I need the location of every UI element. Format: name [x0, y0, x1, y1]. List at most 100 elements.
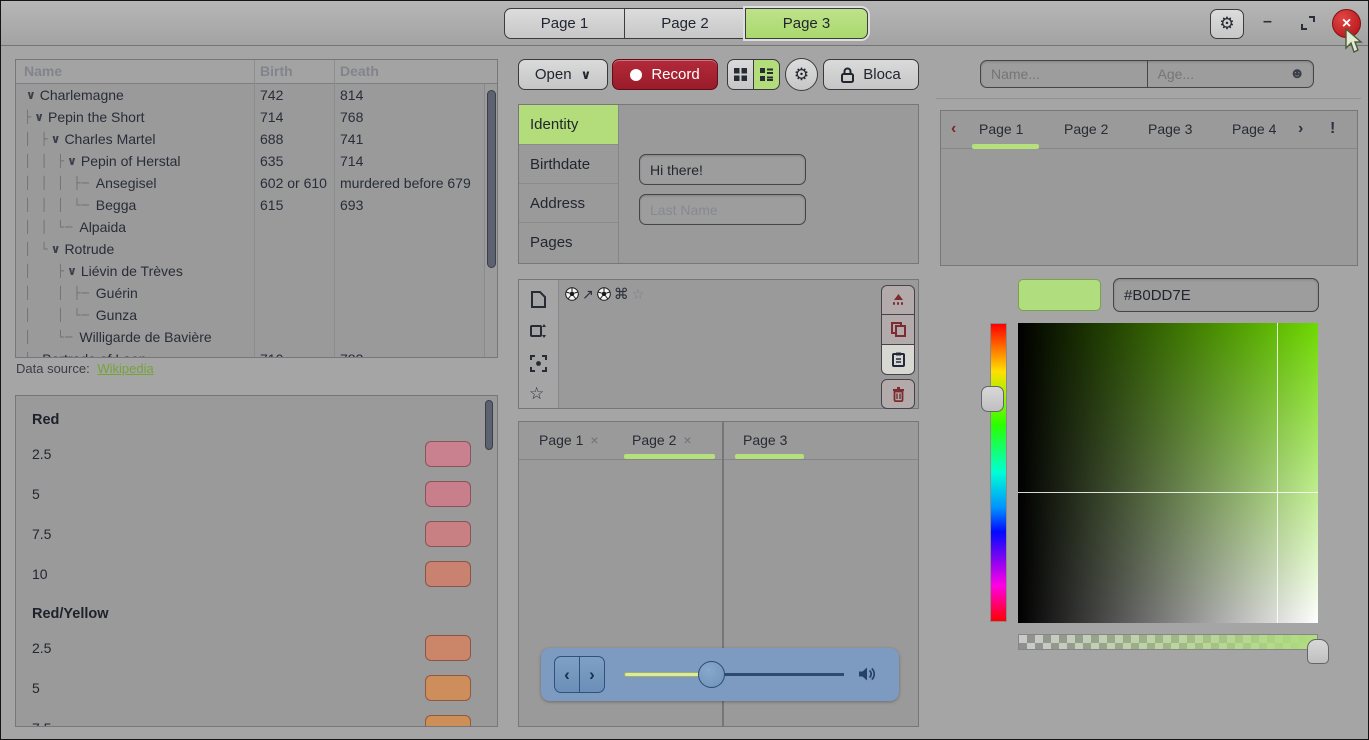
volume-icon [857, 665, 877, 683]
identity-panel: Identity Birthdate Address Pages [518, 104, 919, 264]
sv-crosshair-horizontal [1018, 492, 1318, 493]
tree-row[interactable]: │ ├∨Charles Martel688741 [16, 128, 484, 150]
hex-color-entry[interactable] [1114, 279, 1318, 311]
tab-page4[interactable]: Page 4 [1232, 121, 1276, 137]
tree-row[interactable]: │ │ │ └─Begga615693 [16, 194, 484, 216]
editor-panel: ☆ ↗ ⌘ ☆ [518, 279, 919, 409]
last-name-entry[interactable] [640, 195, 805, 224]
tab-page2[interactable]: Page 2× [632, 432, 692, 448]
maximize-button[interactable] [1299, 14, 1317, 32]
trash-icon [892, 387, 905, 402]
expander-icon[interactable]: ∨ [26, 88, 36, 102]
tree-row[interactable]: │ │ ├∨Pepin of Herstal635714 [16, 150, 484, 172]
sidebar-item-pages[interactable]: Pages [519, 223, 618, 262]
color-swatch-button[interactable] [425, 481, 471, 507]
volume-button[interactable] [857, 665, 877, 683]
tree-scrollbar-thumb[interactable] [487, 90, 496, 268]
tabs-overflow-button[interactable]: ! [1330, 120, 1335, 138]
media-slider-handle[interactable] [698, 661, 725, 688]
tree-row[interactable]: │ ├∨Liévin de Trèves [16, 260, 484, 282]
alpha-slider-handle[interactable] [1307, 639, 1329, 664]
tree-row[interactable]: │ │ └─Gunza [16, 304, 484, 326]
sidebar-item-birthdate[interactable]: Birthdate [519, 145, 618, 184]
tree-row[interactable]: │ └∨Rotrude [16, 238, 484, 260]
expander-icon[interactable]: ∨ [67, 154, 77, 168]
close-tab-icon[interactable]: × [590, 432, 598, 448]
upload-button[interactable] [881, 285, 915, 315]
tab-page3[interactable]: Page 3 [743, 432, 787, 448]
back-icon: ‹ [564, 665, 570, 685]
expander-icon[interactable]: ∨ [51, 132, 61, 146]
emoji-icon[interactable]: ☻ [1289, 65, 1305, 82]
color-swatch-button[interactable] [425, 521, 471, 547]
color-swatch-button[interactable] [425, 635, 471, 661]
tabs-prev-arrow[interactable]: ‹ [951, 120, 956, 138]
header-gear-button[interactable]: ⚙ [1210, 9, 1244, 39]
wikipedia-link[interactable]: Wikipedia [97, 361, 153, 376]
column-header-death[interactable]: Death [340, 63, 379, 79]
expander-icon[interactable]: › [34, 352, 38, 358]
data-source: Data source: Wikipedia [16, 361, 154, 376]
tree-scrollbar[interactable] [484, 84, 497, 357]
focus-center-icon[interactable] [530, 355, 547, 372]
header-tab-page3[interactable]: Page 3 [745, 8, 868, 39]
header-tab-page1[interactable]: Page 1 [504, 8, 625, 39]
tab-page3[interactable]: Page 3 [1148, 121, 1192, 137]
tab-page1[interactable]: Page 1× [539, 432, 599, 448]
list-view-button[interactable] [753, 59, 780, 90]
color-swatch-button[interactable] [425, 675, 471, 701]
current-color-swatch[interactable] [1018, 279, 1101, 311]
record-button[interactable]: Record [612, 59, 718, 90]
close-tab-icon[interactable]: × [683, 432, 691, 448]
tree-row[interactable]: │ └─Willigarde de Bavière [16, 326, 484, 348]
age-entry[interactable] [1148, 61, 1314, 87]
color-swatch-button[interactable] [425, 715, 471, 727]
copy-button[interactable] [881, 315, 915, 345]
first-name-entry[interactable] [640, 155, 805, 184]
media-back-button[interactable]: ‹ [554, 656, 580, 693]
new-document-icon[interactable] [531, 291, 546, 308]
minimize-button[interactable]: – [1263, 13, 1272, 31]
alpha-slider[interactable] [1018, 634, 1318, 650]
palette-scrollbar-thumb[interactable] [485, 400, 493, 450]
column-header-name[interactable]: Name [24, 63, 62, 79]
name-entry[interactable] [981, 61, 1147, 87]
tree-row[interactable]: │ │ └─Alpaida [16, 216, 484, 238]
tabs-next-arrow[interactable]: › [1298, 120, 1303, 138]
tab-page2[interactable]: Page 2 [1064, 121, 1108, 137]
media-slider-track[interactable] [711, 673, 844, 676]
insert-object-icon[interactable] [530, 323, 547, 339]
expander-icon[interactable]: ∨ [34, 110, 44, 124]
settings-round-button[interactable]: ⚙ [785, 58, 818, 91]
palette-value: 5 [32, 486, 40, 502]
media-nav-group: ‹ › [554, 656, 605, 693]
section-header: Red/Yellow [32, 606, 109, 622]
hue-slider-handle[interactable] [981, 386, 1004, 412]
color-swatch-button[interactable] [425, 561, 471, 587]
expander-icon[interactable]: ∨ [51, 242, 61, 256]
delete-button[interactable] [881, 379, 915, 409]
hue-slider[interactable] [990, 323, 1007, 622]
tab-page1[interactable]: Page 1 [979, 121, 1023, 137]
palette-scrollbar[interactable] [484, 398, 495, 724]
lock-button[interactable]: Bloca [823, 59, 919, 90]
sidebar-item-address[interactable]: Address [519, 184, 618, 223]
header-tab-page2[interactable]: Page 2 [624, 8, 746, 39]
tree-row[interactable]: └›Bertrade of Laon710783 [16, 348, 484, 358]
column-header-birth[interactable]: Birth [260, 63, 293, 79]
sidebar-item-identity[interactable]: Identity [519, 105, 618, 145]
media-forward-button[interactable]: › [579, 656, 605, 693]
textview-inline-content[interactable]: ↗ ⌘ ☆ [565, 285, 644, 303]
palette-value: 10 [32, 566, 48, 582]
saturation-value-plane[interactable] [1018, 323, 1318, 623]
open-button[interactable]: Open ∨ [518, 59, 608, 90]
tree-row[interactable]: │ │ │ ├─Ansegisel602 or 610murdered befo… [16, 172, 484, 194]
grid-view-button[interactable] [727, 59, 754, 90]
tree-row[interactable]: ├∨Pepin the Short714768 [16, 106, 484, 128]
tree-row[interactable]: │ │ ├─Guérin [16, 282, 484, 304]
tree-row[interactable]: ∨Charlemagne742814 [16, 84, 484, 106]
color-swatch-button[interactable] [425, 441, 471, 467]
paste-button[interactable] [881, 345, 915, 375]
star-icon[interactable]: ☆ [529, 384, 544, 404]
expander-icon[interactable]: ∨ [67, 264, 77, 278]
